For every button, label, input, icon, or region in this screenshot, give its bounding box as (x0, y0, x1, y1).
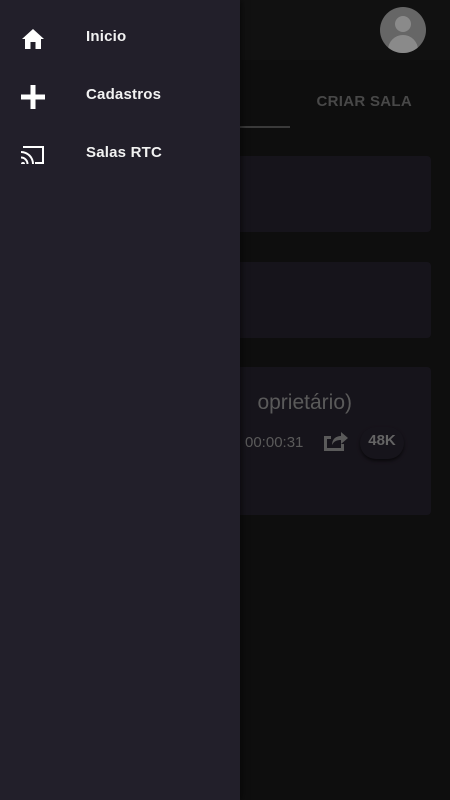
cast-icon (21, 146, 44, 164)
drawer-item-salas-rtc[interactable]: Salas RTC (0, 130, 240, 178)
drawer-item-label: Salas RTC (86, 144, 162, 161)
drawer-item-label: Inicio (86, 28, 127, 45)
drawer-item-inicio[interactable]: Inicio (0, 14, 240, 62)
plus-icon (21, 85, 45, 109)
navigation-drawer: Inicio Cadastros Salas RTC (0, 0, 240, 800)
drawer-item-label: Cadastros (86, 86, 162, 103)
drawer-item-cadastros[interactable]: Cadastros (0, 72, 240, 120)
home-icon (22, 29, 44, 49)
